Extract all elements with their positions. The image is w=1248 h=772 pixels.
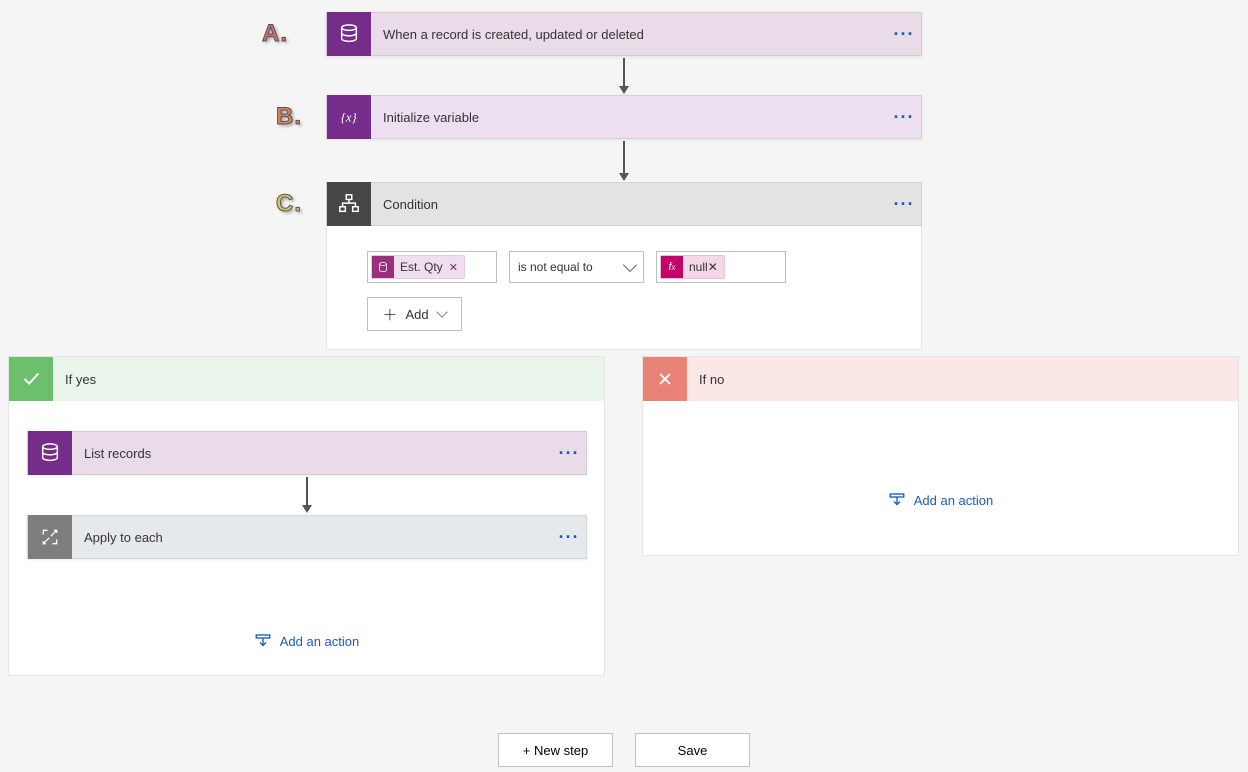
apply-title: Apply to each (72, 530, 552, 545)
if-yes-title: If yes (53, 372, 96, 387)
listrec-title: List records (72, 446, 552, 461)
check-icon (9, 357, 53, 401)
if-no-branch: If no Add an action (642, 356, 1239, 556)
save-button[interactable]: Save (635, 733, 750, 767)
database-icon (327, 12, 371, 56)
expression-label: null (689, 260, 708, 274)
arrow-1 (623, 58, 625, 92)
callout-b: B. (276, 103, 302, 131)
new-step-button[interactable]: + New step (498, 733, 613, 767)
trigger-title: When a record is created, updated or del… (371, 27, 887, 42)
callout-c: C. (276, 190, 302, 218)
close-icon (643, 357, 687, 401)
dynamic-value-chip[interactable]: Est. Qty ✕ (371, 255, 465, 279)
plus-icon: ＋ (382, 304, 397, 325)
trigger-card[interactable]: When a record is created, updated or del… (326, 12, 922, 56)
list-records-card[interactable]: List records ··· (27, 431, 587, 475)
if-no-title: If no (687, 372, 724, 387)
callout-a: A. (262, 20, 288, 48)
arrow-2 (623, 141, 625, 179)
condition-menu[interactable]: ··· (887, 194, 921, 215)
svg-text:{x}: {x} (341, 111, 358, 125)
condition-row: Est. Qty ✕ is not equal to fx null ✕ (367, 251, 881, 283)
condition-body: Est. Qty ✕ is not equal to fx null ✕ ＋ A… (326, 226, 922, 350)
if-yes-branch: If yes List records ··· Apply to each ··… (8, 356, 605, 676)
apply-to-each-card[interactable]: Apply to each ··· (27, 515, 587, 559)
condition-title: Condition (371, 197, 887, 212)
footer-buttons: + New step Save (0, 733, 1248, 767)
database-chip-icon (372, 256, 394, 278)
chevron-down-icon (436, 306, 447, 317)
if-yes-header[interactable]: If yes (9, 357, 604, 401)
initialize-variable-card[interactable]: {x} Initialize variable ··· (326, 95, 922, 139)
listrec-menu[interactable]: ··· (552, 443, 586, 464)
fx-icon: fx (661, 256, 683, 278)
no-add-action-label: Add an action (914, 493, 994, 508)
condition-add-button[interactable]: ＋ Add (367, 297, 462, 331)
initvar-menu[interactable]: ··· (887, 107, 921, 128)
chip-label: Est. Qty (400, 260, 443, 274)
condition-icon (327, 182, 371, 226)
apply-menu[interactable]: ··· (552, 527, 586, 548)
add-label: Add (405, 307, 428, 322)
expression-chip[interactable]: fx null ✕ (660, 255, 725, 279)
condition-block: Condition ··· Est. Qty ✕ is not equal to (326, 182, 922, 350)
arrow-yes (306, 477, 308, 511)
condition-header[interactable]: Condition ··· (326, 182, 922, 226)
if-no-header[interactable]: If no (643, 357, 1238, 401)
database-icon (28, 431, 72, 475)
condition-operator-select[interactable]: is not equal to (509, 251, 644, 283)
variable-icon: {x} (327, 95, 371, 139)
no-add-action[interactable]: Add an action (643, 461, 1238, 539)
expression-remove[interactable]: ✕ (708, 260, 718, 274)
chip-remove[interactable]: ✕ (449, 261, 458, 274)
yes-add-action[interactable]: Add an action (9, 602, 604, 680)
condition-left-operand[interactable]: Est. Qty ✕ (367, 251, 497, 283)
chevron-down-icon (623, 258, 637, 272)
loop-icon (28, 515, 72, 559)
yes-add-action-label: Add an action (280, 634, 360, 649)
initvar-title: Initialize variable (371, 110, 887, 125)
trigger-menu[interactable]: ··· (887, 24, 921, 45)
condition-right-operand[interactable]: fx null ✕ (656, 251, 786, 283)
operator-label: is not equal to (518, 260, 593, 274)
